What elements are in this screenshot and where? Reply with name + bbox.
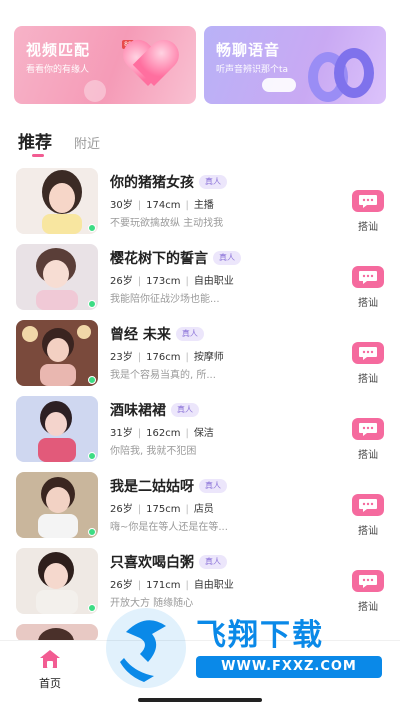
chat-bubble-icon <box>359 499 377 512</box>
online-indicator <box>88 224 96 232</box>
chat-bubble-icon <box>359 423 377 436</box>
user-bio: 我是个容易当真的, 所... <box>110 370 216 381</box>
user-height: 162cm <box>146 428 181 439</box>
watermark-logo-icon <box>106 608 186 688</box>
user-name: 曾经 未来 <box>110 327 171 343</box>
verified-badge: 真人 <box>199 479 227 493</box>
user-job: 按摩师 <box>193 352 224 363</box>
user-age: 30岁 <box>110 200 133 211</box>
home-icon <box>40 650 60 668</box>
user-job: 主播 <box>193 200 214 211</box>
user-name: 酒味裙裙 <box>110 403 166 419</box>
user-age: 26岁 <box>110 276 133 287</box>
user-name: 你的猪猪女孩 <box>110 175 194 191</box>
user-age: 31岁 <box>110 428 133 439</box>
user-meta: 26岁 | 175cm | 店员 <box>110 504 214 515</box>
user-height: 173cm <box>146 276 181 287</box>
list-item[interactable]: 你的猪猪女孩 真人 30岁 | 174cm | 主播 不要玩欲擒故纵 主动找我 搭讪 <box>0 166 400 242</box>
list-item[interactable]: 酒味裙裙 真人 31岁 | 162cm | 保洁 你陪我, 我就不犯困 搭讪 <box>0 394 400 470</box>
user-height: 175cm <box>146 504 181 515</box>
verified-badge: 真人 <box>175 327 204 341</box>
tab-recommend[interactable]: 推荐 <box>18 128 52 157</box>
avatar[interactable] <box>16 168 98 234</box>
chat-label[interactable]: 搭讪 <box>352 370 384 385</box>
cloud-decoration <box>262 78 296 92</box>
chat-bubble-icon <box>359 347 377 360</box>
avatar[interactable] <box>16 244 98 310</box>
online-indicator <box>88 604 96 612</box>
watermark-url: WWW.FXXZ.COM <box>196 656 382 678</box>
chat-button[interactable] <box>352 190 384 212</box>
chat-label[interactable]: 搭讪 <box>352 294 384 309</box>
list-item[interactable]: 曾经 未来 真人 23岁 | 176cm | 按摩师 我是个容易当真的, 所... 搭讪 <box>0 318 400 394</box>
watermark-title: 飞翔下载 <box>196 618 324 653</box>
online-indicator <box>88 528 96 536</box>
home-indicator <box>138 698 262 702</box>
user-age: 26岁 <box>110 580 133 591</box>
nav-home[interactable]: 首页 <box>28 649 72 691</box>
user-bio: 我能陪你征战沙场也能... <box>110 294 220 305</box>
chat-button[interactable] <box>352 494 384 516</box>
chat-bubble-icon <box>359 195 377 208</box>
user-name: 只喜欢喝白粥 <box>110 555 194 571</box>
chat-bubble-icon <box>359 575 377 588</box>
user-bio: 不要玩欲擒故纵 主动找我 <box>110 218 224 229</box>
nav-home-label: 首页 <box>39 677 61 690</box>
chat-label[interactable]: 搭讪 <box>352 218 384 233</box>
user-meta: 30岁 | 174cm | 主播 <box>110 200 214 211</box>
feed-tabs: 推荐 附近 <box>18 128 100 157</box>
list-item[interactable]: 我是二姑姑呀 真人 26岁 | 175cm | 店员 嗨~你是在等人还是在等... 搭讪 <box>0 470 400 546</box>
voice-chat-card[interactable]: 畅聊语音 听声音辨识那个ta <box>204 26 386 104</box>
voice-chat-subtitle: 听声音辨识那个ta <box>216 65 289 75</box>
user-name: 我是二姑姑呀 <box>110 479 194 495</box>
avatar[interactable] <box>16 472 98 538</box>
chat-label[interactable]: 搭讪 <box>352 522 384 537</box>
verified-badge: 真人 <box>199 175 227 189</box>
feature-banners: 88 视频匹配 看看你的有缘人 畅聊语音 听声音辨识那个ta <box>14 26 386 104</box>
voice-rings-icon <box>308 48 378 104</box>
user-height: 171cm <box>146 580 181 591</box>
bubble-decoration <box>84 80 106 102</box>
user-meta: 26岁 | 171cm | 自由职业 <box>110 580 234 591</box>
user-height: 174cm <box>146 200 181 211</box>
video-match-card[interactable]: 88 视频匹配 看看你的有缘人 <box>14 26 196 104</box>
chat-button[interactable] <box>352 266 384 288</box>
user-height: 176cm <box>146 352 181 363</box>
online-indicator <box>88 376 96 384</box>
user-name: 樱花树下的誓言 <box>110 251 208 267</box>
tab-nearby[interactable]: 附近 <box>74 133 100 152</box>
online-indicator <box>88 300 96 308</box>
verified-badge: 真人 <box>213 251 241 265</box>
voice-chat-title: 畅聊语音 <box>216 41 281 59</box>
user-bio: 你陪我, 我就不犯困 <box>110 446 197 457</box>
user-meta: 31岁 | 162cm | 保洁 <box>110 428 214 439</box>
avatar[interactable] <box>16 320 98 386</box>
chat-button[interactable] <box>352 342 384 364</box>
list-item[interactable]: 樱花树下的誓言 真人 26岁 | 173cm | 自由职业 我能陪你征战沙场也能... … <box>0 242 400 318</box>
video-match-title: 视频匹配 <box>26 41 91 59</box>
chat-button[interactable] <box>352 418 384 440</box>
heart-icon <box>124 42 178 92</box>
user-job: 店员 <box>193 504 214 515</box>
user-job: 自由职业 <box>193 276 234 287</box>
chat-button[interactable] <box>352 570 384 592</box>
chat-bubble-icon <box>359 271 377 284</box>
verified-badge: 真人 <box>171 403 199 417</box>
user-meta: 26岁 | 173cm | 自由职业 <box>110 276 234 287</box>
user-meta: 23岁 | 176cm | 按摩师 <box>110 352 224 363</box>
avatar[interactable] <box>16 548 98 614</box>
user-job: 自由职业 <box>193 580 234 591</box>
user-age: 26岁 <box>110 504 133 515</box>
video-match-subtitle: 看看你的有缘人 <box>26 65 90 75</box>
chat-label[interactable]: 搭讪 <box>352 446 384 461</box>
online-indicator <box>88 452 96 460</box>
user-job: 保洁 <box>193 428 214 439</box>
user-bio: 嗨~你是在等人还是在等... <box>110 522 228 533</box>
verified-badge: 真人 <box>199 555 227 569</box>
avatar[interactable] <box>16 396 98 462</box>
watermark: 飞翔下载 WWW.FXXZ.COM <box>104 602 384 694</box>
user-age: 23岁 <box>110 352 133 363</box>
